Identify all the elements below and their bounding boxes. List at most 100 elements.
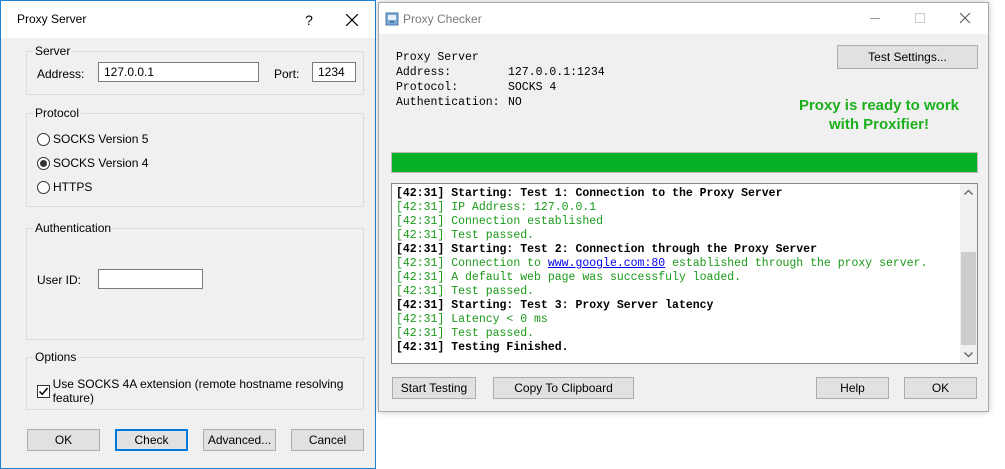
userid-input[interactable] bbox=[98, 269, 203, 289]
info-address-label: Address: bbox=[396, 66, 452, 79]
maximize-button[interactable] bbox=[898, 3, 943, 33]
close-button[interactable] bbox=[943, 3, 988, 33]
log-timestamp: [42:31] bbox=[396, 285, 452, 298]
radio-https-label: HTTPS bbox=[53, 180, 93, 194]
minimize-icon bbox=[870, 18, 880, 19]
log-lines: [42:31] Starting: Test 1: Connection to … bbox=[396, 187, 956, 355]
help-icon[interactable]: ? bbox=[296, 7, 322, 33]
server-group-label: Server bbox=[33, 44, 73, 58]
log-timestamp: [42:31] bbox=[396, 201, 452, 214]
radio-button-selected[interactable] bbox=[37, 156, 50, 170]
test-settings-button[interactable]: Test Settings... bbox=[837, 45, 978, 69]
status-line-1: Proxy is ready to work bbox=[798, 97, 960, 114]
advanced-button[interactable]: Advanced... bbox=[203, 429, 276, 451]
socks4a-label: Use SOCKS 4A extension (remote hostname … bbox=[52, 377, 344, 405]
status-line-2: with Proxifier! bbox=[828, 116, 929, 133]
log-timestamp: [42:31] bbox=[396, 215, 452, 228]
log-message: Connection to bbox=[451, 257, 548, 270]
log-message: A default web page was successfuly loade… bbox=[451, 271, 742, 284]
radio-socks4-label: SOCKS Version 4 bbox=[53, 156, 149, 170]
checkmark-icon bbox=[38, 387, 49, 395]
title-bar[interactable]: Proxy Server ? bbox=[1, 1, 375, 38]
authentication-group-label: Authentication bbox=[33, 221, 114, 235]
help-button[interactable]: Help bbox=[816, 377, 889, 399]
log-timestamp: [42:31] bbox=[396, 229, 452, 242]
log-message: Starting: Test 2: Connection through the… bbox=[451, 243, 817, 256]
ok-button[interactable]: OK bbox=[904, 377, 977, 399]
maximize-icon bbox=[915, 13, 925, 23]
radio-button[interactable] bbox=[37, 132, 50, 146]
port-input[interactable] bbox=[312, 62, 356, 82]
proxy-server-dialog: Proxy Server ? Server Address: Port: Pro… bbox=[0, 0, 376, 469]
scroll-up-button[interactable] bbox=[960, 184, 977, 201]
radio-button[interactable] bbox=[37, 180, 50, 194]
radio-https[interactable]: HTTPS bbox=[37, 180, 92, 194]
log-message: Test passed. bbox=[451, 285, 535, 298]
port-label: Port: bbox=[274, 67, 300, 81]
socks4a-checkbox[interactable]: Use SOCKS 4A extension (remote hostname … bbox=[37, 377, 375, 405]
info-address-value: 127.0.0.1:1234 bbox=[508, 66, 605, 79]
radio-socks5[interactable]: SOCKS Version 5 bbox=[37, 132, 148, 146]
log-message: Starting: Test 1: Connection to the Prox… bbox=[451, 187, 783, 200]
minimize-button[interactable] bbox=[853, 3, 898, 33]
log-timestamp: [42:31] bbox=[396, 243, 452, 256]
address-input[interactable] bbox=[98, 62, 259, 82]
log-timestamp: [42:31] bbox=[396, 341, 452, 354]
log-line: [42:31] Test passed. bbox=[396, 285, 956, 299]
status-message: Proxy is ready to work with Proxifier! bbox=[779, 96, 979, 134]
options-group-label: Options bbox=[33, 350, 79, 364]
proxy-info: Proxy Server Address: 127.0.0.1:1234 Prot… bbox=[396, 50, 605, 110]
log-line: [42:31] Test passed. bbox=[396, 327, 956, 341]
chevron-up-icon bbox=[964, 189, 973, 195]
log-link[interactable]: www.google.com:80 bbox=[548, 257, 665, 270]
log-message: Connection established bbox=[451, 215, 604, 228]
progress-fill bbox=[392, 153, 977, 172]
info-auth-value: NO bbox=[508, 96, 522, 109]
scroll-down-button[interactable] bbox=[960, 346, 977, 363]
log-line: [42:31] Connection established bbox=[396, 215, 956, 229]
check-button[interactable]: Check bbox=[115, 429, 188, 451]
log-line: [42:31] Starting: Test 2: Connection thr… bbox=[396, 243, 956, 257]
close-icon bbox=[346, 14, 358, 26]
radio-socks5-label: SOCKS Version 5 bbox=[53, 132, 149, 146]
address-label: Address: bbox=[37, 67, 85, 81]
test-log[interactable]: [42:31] Starting: Test 1: Connection to … bbox=[391, 183, 978, 364]
cancel-button[interactable]: Cancel bbox=[291, 429, 364, 451]
progress-bar bbox=[391, 152, 978, 173]
log-line: [42:31] Latency < 0 ms bbox=[396, 313, 956, 327]
log-line: [42:31] Test passed. bbox=[396, 229, 956, 243]
log-scrollbar[interactable] bbox=[960, 184, 977, 363]
copy-to-clipboard-button[interactable]: Copy To Clipboard bbox=[493, 377, 634, 399]
log-line: [42:31] Testing Finished. bbox=[396, 341, 956, 355]
log-timestamp: [42:31] bbox=[396, 327, 452, 340]
start-testing-button[interactable]: Start Testing bbox=[392, 377, 476, 399]
proxy-checker-window: Proxy Checker Proxy Server Address: 127.0… bbox=[378, 2, 989, 412]
dialog-title: Proxy Server bbox=[17, 12, 87, 26]
radio-socks4[interactable]: SOCKS Version 4 bbox=[37, 156, 148, 170]
log-line: [42:31] Starting: Test 1: Connection to … bbox=[396, 187, 956, 201]
ok-button[interactable]: OK bbox=[27, 429, 100, 451]
info-auth-label: Authentication: bbox=[396, 96, 500, 109]
log-timestamp: [42:31] bbox=[396, 257, 452, 270]
log-line: [42:31] Connection to www.google.com:80 … bbox=[396, 257, 956, 271]
log-timestamp: [42:31] bbox=[396, 271, 452, 284]
info-heading: Proxy Server bbox=[396, 51, 479, 64]
log-message: Testing Finished. bbox=[451, 341, 569, 354]
info-protocol-label: Protocol: bbox=[396, 81, 459, 94]
log-timestamp: [42:31] bbox=[396, 313, 452, 326]
log-message: Test passed. bbox=[451, 327, 535, 340]
scroll-thumb[interactable] bbox=[961, 252, 976, 345]
log-message: IP Address: 127.0.0.1 bbox=[451, 201, 597, 214]
window-title: Proxy Checker bbox=[403, 12, 482, 26]
log-line: [42:31] Starting: Test 3: Proxy Server l… bbox=[396, 299, 956, 313]
info-protocol-value: SOCKS 4 bbox=[508, 81, 557, 94]
protocol-group-label: Protocol bbox=[33, 106, 82, 120]
log-message: Starting: Test 3: Proxy Server latency bbox=[451, 299, 714, 312]
log-message: Test passed. bbox=[451, 229, 535, 242]
close-button[interactable] bbox=[337, 7, 367, 33]
title-bar[interactable]: Proxy Checker bbox=[379, 3, 988, 34]
log-timestamp: [42:31] bbox=[396, 299, 452, 312]
close-icon bbox=[960, 13, 971, 24]
checkbox-checked[interactable] bbox=[37, 384, 50, 398]
log-message-tail: established through the proxy server. bbox=[665, 257, 928, 270]
